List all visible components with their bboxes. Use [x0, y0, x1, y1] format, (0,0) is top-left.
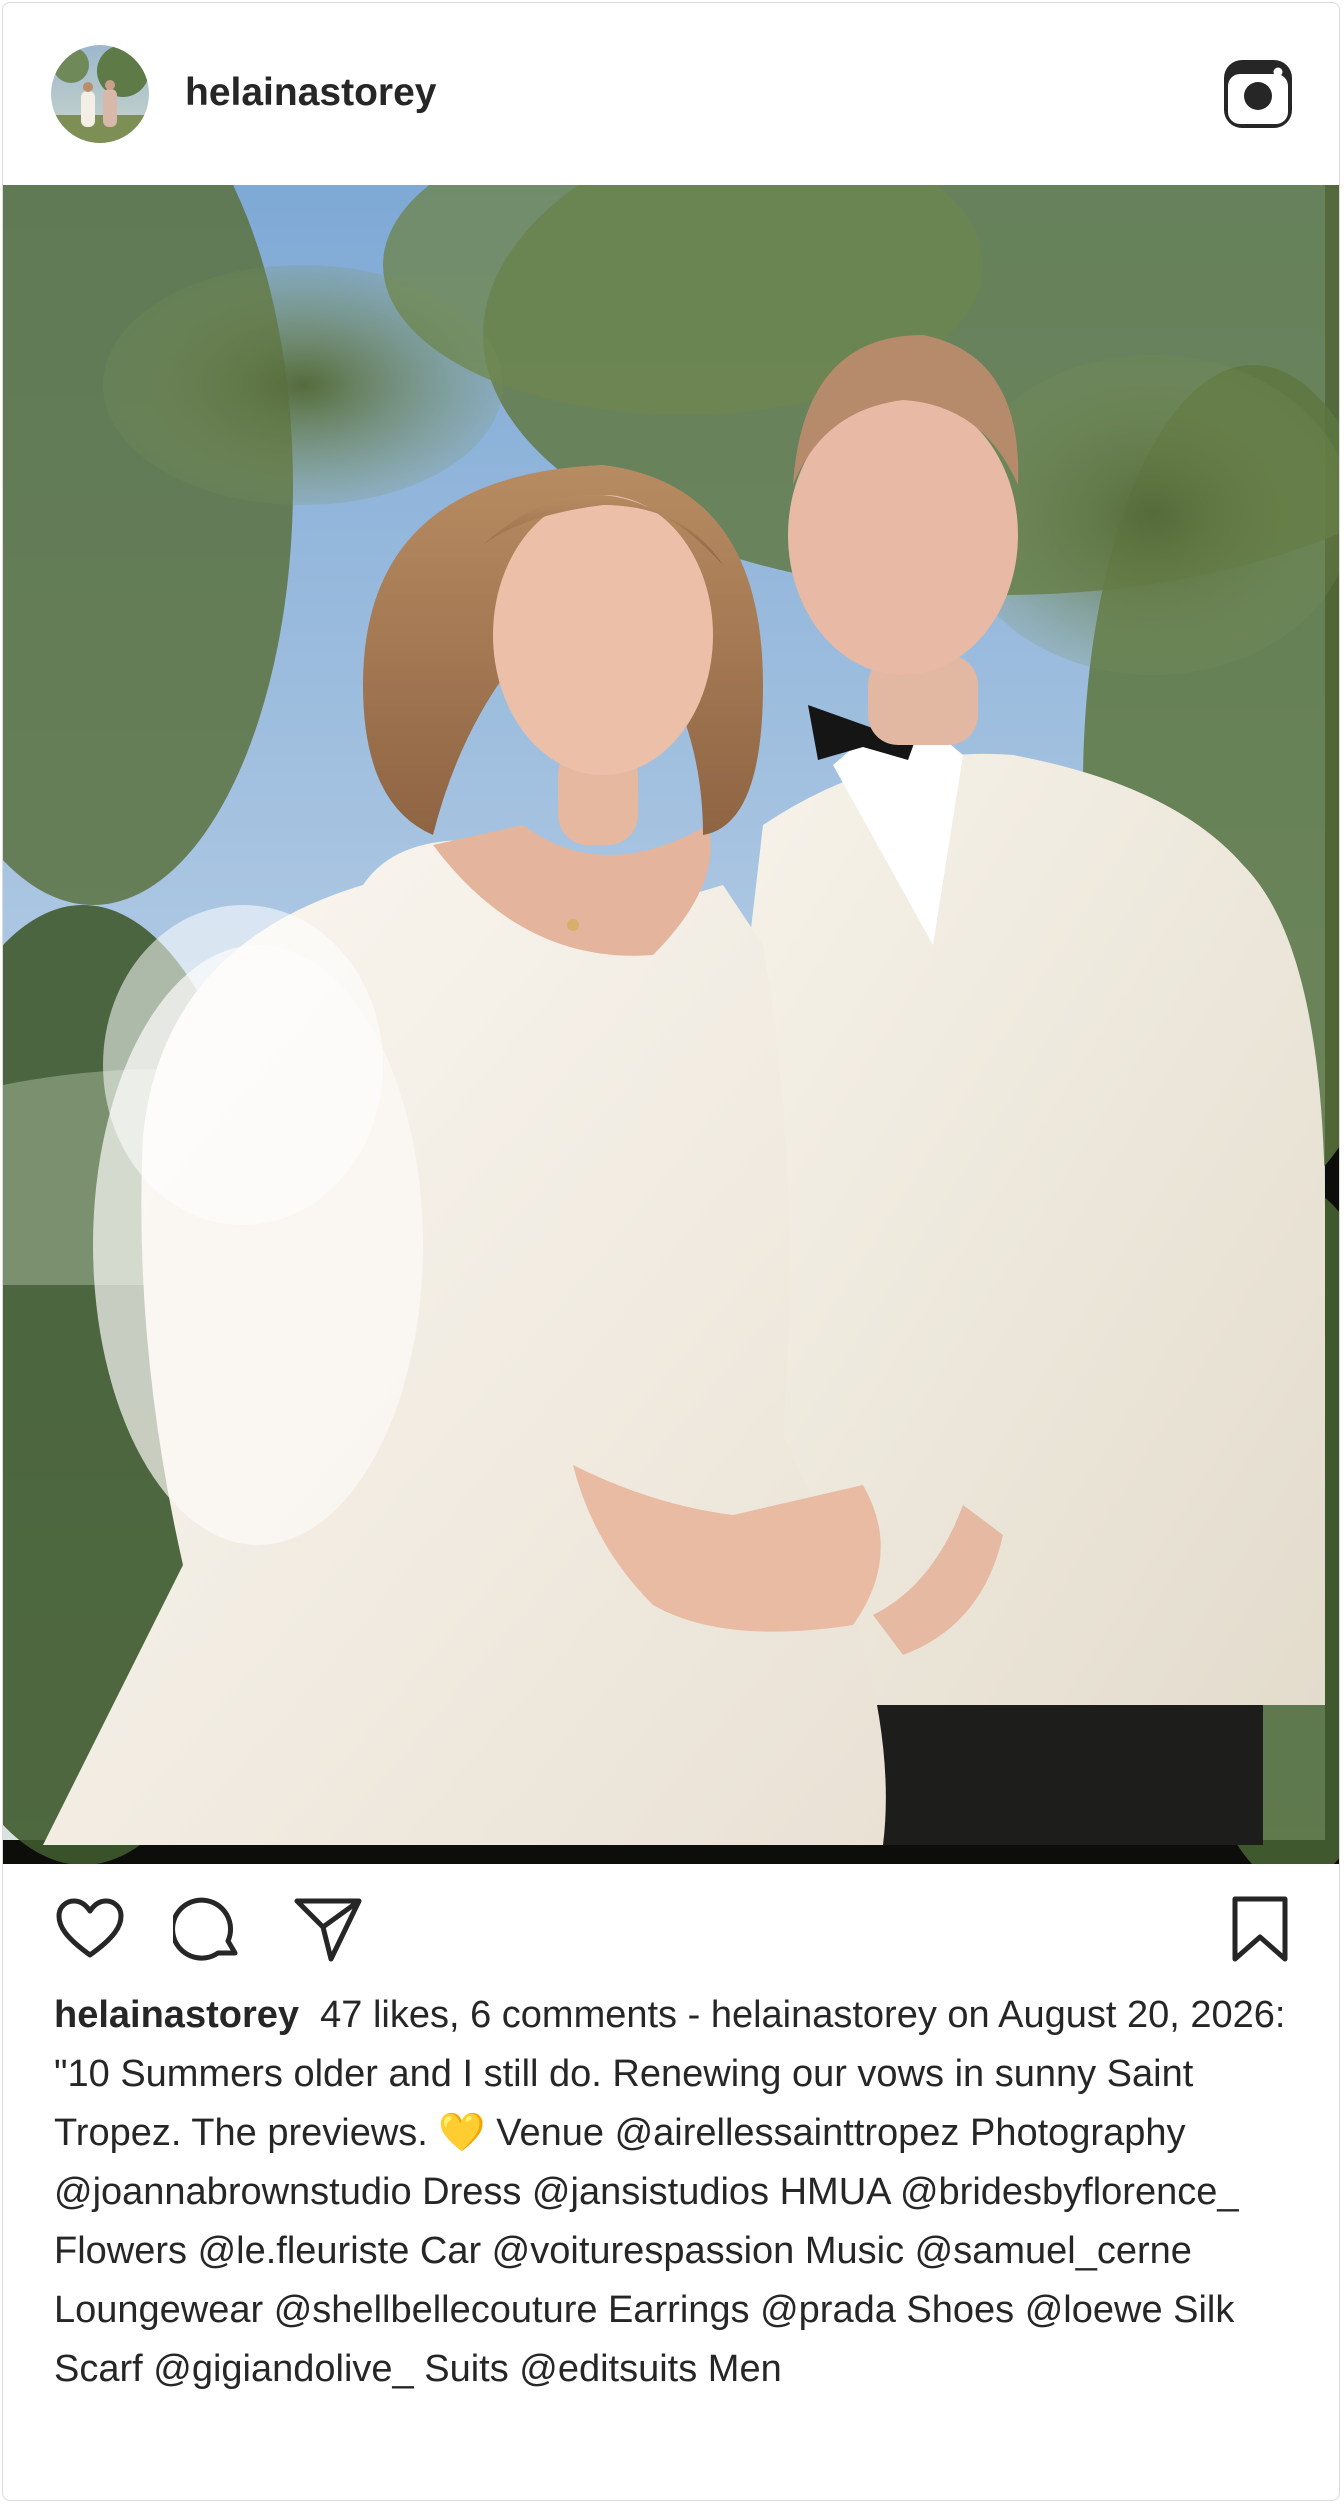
paper-plane-icon[interactable] [293, 1895, 363, 1965]
post-actions-bar [3, 1865, 1339, 1985]
post-caption: helainastorey 47 likes, 6 comments - hel… [54, 1986, 1304, 2399]
bookmark-icon[interactable] [1225, 1895, 1295, 1965]
post-username[interactable]: helainastorey [185, 71, 436, 115]
heart-icon[interactable] [55, 1895, 125, 1965]
post-photo[interactable] [3, 185, 1339, 1864]
comment-bubble-icon[interactable] [170, 1895, 243, 1965]
avatar[interactable] [51, 45, 149, 143]
caption-text: 47 likes, 6 comments - helainastorey on … [54, 1994, 1297, 2390]
instagram-glyph-icon[interactable] [1221, 57, 1295, 131]
post-header: helainastorey [3, 3, 1339, 184]
instagram-post-card: helainastorey helainastorey 47 likes, 6 … [2, 2, 1340, 2501]
caption-username[interactable]: helainastorey [54, 1994, 299, 2036]
